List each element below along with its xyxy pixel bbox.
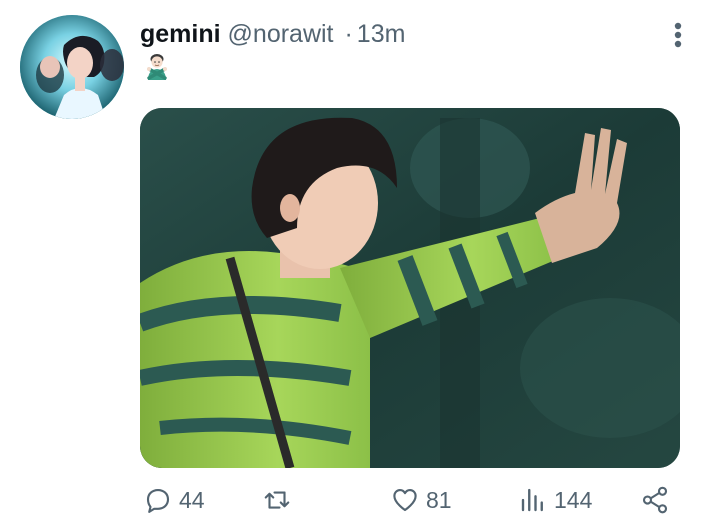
share-button[interactable] (640, 480, 670, 520)
tweet-media-photo[interactable] (140, 108, 680, 468)
tweet-header: gemini @norawit · 13m (140, 18, 405, 50)
reply-count: 44 (179, 487, 205, 513)
share-icon (642, 486, 668, 514)
photo-image (140, 108, 680, 468)
like-count: 81 (426, 487, 452, 513)
retweet-button[interactable] (262, 480, 298, 520)
more-icon[interactable] (668, 20, 688, 50)
tweet-text-emoji (142, 52, 172, 82)
tweet-action-bar: 44 81 144 (0, 480, 719, 520)
separator: · (344, 20, 353, 48)
display-name[interactable]: gemini (140, 20, 221, 48)
avatar-image (20, 15, 124, 119)
views-count: 144 (554, 487, 593, 513)
reply-icon (146, 488, 170, 513)
handle[interactable]: @norawit (228, 20, 334, 48)
timestamp[interactable]: 13m (357, 20, 406, 48)
reply-button[interactable]: 44 (143, 480, 205, 520)
views-button[interactable]: 144 (518, 480, 592, 520)
like-button[interactable]: 81 (390, 480, 452, 520)
views-icon (521, 488, 543, 512)
heart-icon (393, 488, 417, 512)
man-gesturing-no-emoji-icon (147, 54, 167, 80)
retweet-icon (264, 491, 290, 509)
avatar[interactable] (20, 15, 124, 119)
